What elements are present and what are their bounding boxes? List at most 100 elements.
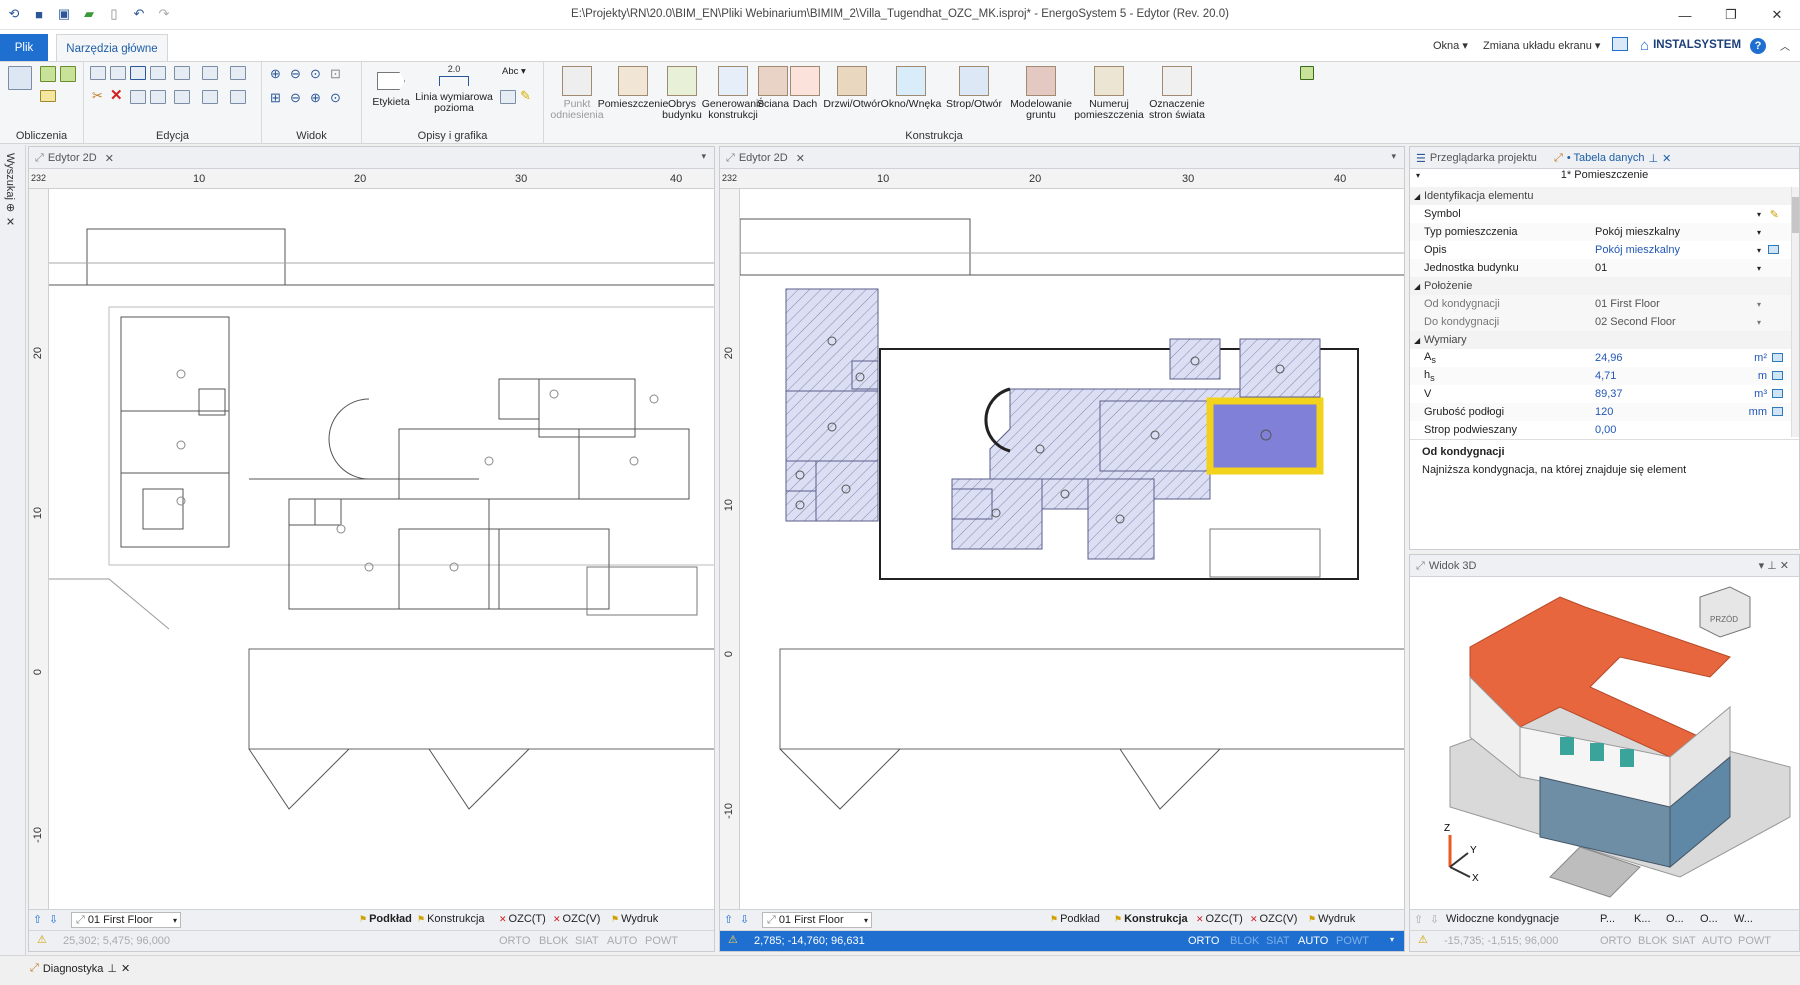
warning-icon[interactable]: ⚠ bbox=[728, 933, 738, 946]
prop-value-desc[interactable]: Pokój mieszkalny bbox=[1595, 244, 1680, 256]
property-scrollbar[interactable] bbox=[1791, 187, 1799, 437]
prop-value-floor[interactable]: 120 bbox=[1595, 406, 1613, 418]
search-side-tab[interactable]: Wyszukaj ⊕ ✕ bbox=[4, 153, 17, 228]
room-polygon[interactable] bbox=[785, 390, 879, 462]
construction-button[interactable]: Obrys budynku bbox=[656, 64, 708, 126]
chevron-down-icon[interactable]: ▾ bbox=[1757, 300, 1761, 309]
tab-project-browser[interactable]: ☰ Przeglądarka projektu bbox=[1416, 150, 1537, 166]
view-3d-bottom-tab[interactable]: W... bbox=[1734, 913, 1753, 925]
floor-up-icon[interactable]: ⇧ bbox=[33, 913, 42, 926]
warning-icon[interactable]: ⚠ bbox=[37, 933, 47, 946]
delete-icon[interactable]: ✕ bbox=[110, 86, 123, 104]
floor-down-icon[interactable]: ⇩ bbox=[49, 913, 58, 926]
prop-value-volume[interactable]: 89,37 bbox=[1595, 388, 1623, 400]
prop-value-type[interactable]: Pokój mieszkalny bbox=[1595, 226, 1680, 238]
construction-button[interactable]: Generowanie konstrukcji bbox=[702, 64, 764, 126]
chevron-down-icon[interactable]: ▾ bbox=[1757, 228, 1761, 237]
prop-value-from[interactable]: 01 First Floor bbox=[1595, 298, 1660, 310]
calc-table-icon[interactable] bbox=[8, 66, 32, 90]
construction-button[interactable]: Dach bbox=[788, 64, 822, 126]
section-identification[interactable]: Identyfikacja elementu ◢ bbox=[1410, 187, 1791, 205]
scale-icon[interactable] bbox=[202, 90, 218, 104]
group-icon[interactable] bbox=[174, 90, 190, 104]
zoom-out-icon[interactable]: ⊖ bbox=[290, 66, 301, 82]
view-3d-bottom-tab[interactable]: P... bbox=[1600, 913, 1615, 925]
construction-button[interactable]: Pomieszczenie bbox=[598, 64, 668, 126]
chevron-down-icon[interactable]: ▾ bbox=[1757, 246, 1761, 255]
distribute-icon[interactable] bbox=[202, 66, 218, 80]
bottom-tab[interactable]: ⚑ Podkład bbox=[1050, 913, 1100, 925]
minimize-icon[interactable]: — bbox=[1662, 0, 1708, 30]
panel-controls[interactable]: ▾ ⊥ ✕ bbox=[1759, 559, 1789, 572]
calc-green2-icon[interactable] bbox=[60, 66, 76, 82]
chevron-down-icon[interactable]: ▾ bbox=[1390, 935, 1394, 944]
calc-yellow-icon[interactable] bbox=[40, 90, 56, 102]
room-polygon[interactable] bbox=[785, 490, 817, 522]
repeat-toggle[interactable]: POWT bbox=[1738, 935, 1771, 947]
tab-list-icon[interactable]: ▾ bbox=[701, 151, 706, 162]
room-polygon[interactable] bbox=[1087, 478, 1155, 560]
hatch-icon[interactable] bbox=[500, 90, 516, 104]
room-polygon[interactable] bbox=[1099, 400, 1211, 472]
label-button[interactable]: Etykieta bbox=[366, 64, 416, 126]
close-tab-icon[interactable]: ✕ bbox=[796, 152, 805, 165]
auto-toggle[interactable]: AUTO bbox=[1298, 935, 1328, 947]
tab-file[interactable]: Plik bbox=[0, 34, 48, 61]
construction-button[interactable]: Modelowanie gruntu bbox=[1008, 64, 1074, 126]
bottom-tab[interactable]: ✕ OZC(V) bbox=[1250, 913, 1297, 925]
windows-menu[interactable]: Okna ▾ bbox=[1433, 39, 1468, 52]
auto-toggle[interactable]: AUTO bbox=[1702, 935, 1732, 947]
bottom-tab[interactable]: ⚑ Wydruk bbox=[611, 913, 658, 925]
grid-toggle[interactable]: SIAT bbox=[575, 935, 599, 947]
zoom-window-icon[interactable]: ⊙ bbox=[310, 66, 321, 82]
chevron-down-icon[interactable]: ▾ bbox=[1757, 210, 1761, 219]
repeat-toggle[interactable]: POWT bbox=[1336, 935, 1369, 947]
room-polygon[interactable] bbox=[951, 488, 993, 520]
view-cube[interactable] bbox=[1699, 586, 1751, 638]
mirror-icon[interactable] bbox=[150, 66, 166, 80]
zoom-prev-icon[interactable]: ⊖ bbox=[290, 90, 301, 106]
block-toggle[interactable]: BLOK bbox=[1638, 935, 1667, 947]
prop-value-ceiling[interactable]: 0,00 bbox=[1595, 424, 1616, 436]
construction-button[interactable]: Strop/Otwór bbox=[940, 64, 1008, 126]
grid-toggle[interactable]: SIAT bbox=[1672, 935, 1696, 947]
link-icon[interactable] bbox=[1772, 371, 1783, 380]
floor-up-icon[interactable]: ⇧ bbox=[1414, 913, 1423, 926]
repeat-toggle[interactable]: POWT bbox=[645, 935, 678, 947]
floor-select[interactable]: ⤢ 01 First Floor ▾ bbox=[762, 912, 872, 928]
room-polygon[interactable] bbox=[1239, 338, 1321, 398]
scroll-thumb[interactable] bbox=[1792, 197, 1799, 233]
extra-green-icon[interactable] bbox=[1300, 66, 1314, 80]
room-polygon[interactable] bbox=[1041, 478, 1089, 510]
help-icon[interactable]: ? bbox=[1750, 38, 1766, 54]
tab-view-3d[interactable]: ⤢ Widok 3D bbox=[1416, 558, 1477, 574]
construction-button[interactable]: Numeruj pomieszczenia bbox=[1074, 64, 1144, 126]
room-polygon[interactable] bbox=[851, 360, 879, 390]
block-toggle[interactable]: BLOK bbox=[1230, 935, 1259, 947]
view-3d-bottom-tab[interactable]: O... bbox=[1700, 913, 1718, 925]
paste-icon[interactable] bbox=[110, 66, 126, 80]
zoom-all-icon[interactable]: ⊙ bbox=[330, 90, 341, 106]
selected-room[interactable] bbox=[1206, 397, 1324, 475]
tab-data-table[interactable]: ⤢ • Tabela danych ⊥ ✕ bbox=[1554, 150, 1671, 166]
construction-button[interactable]: Ściana bbox=[757, 64, 789, 126]
link-icon[interactable] bbox=[1772, 389, 1783, 398]
bottom-tab[interactable]: ⚑ Konstrukcja bbox=[417, 913, 485, 925]
chevron-down-icon[interactable]: ▾ bbox=[1757, 318, 1761, 327]
section-dimensions[interactable]: Wymiary ◢ bbox=[1410, 331, 1791, 349]
pin-icon[interactable]: ⊥ bbox=[107, 962, 117, 975]
view-3d-bottom-tab[interactable]: Widoczne kondygnacje bbox=[1446, 913, 1559, 925]
close-icon[interactable]: ✕ bbox=[1754, 0, 1800, 30]
diagnostics-tab[interactable]: ⤢ Diagnostyka ⊥ ✕ bbox=[30, 962, 130, 975]
array-icon[interactable] bbox=[230, 66, 246, 80]
undo-edit-icon[interactable] bbox=[130, 66, 146, 80]
drawing-canvas-left[interactable] bbox=[49, 189, 714, 909]
link-icon[interactable] bbox=[1768, 245, 1779, 254]
screen-layout-icon[interactable] bbox=[1612, 37, 1628, 51]
prop-value-to[interactable]: 02 Second Floor bbox=[1595, 316, 1676, 328]
close-tab-icon[interactable]: ✕ bbox=[1662, 152, 1671, 165]
tab-list-icon[interactable]: ▾ bbox=[1391, 151, 1396, 162]
construction-button[interactable]: Oznaczenie stron świata bbox=[1144, 64, 1210, 126]
pencil-icon[interactable]: ✎ bbox=[1770, 208, 1779, 221]
bottom-tab[interactable]: ✕ OZC(T) bbox=[499, 913, 546, 925]
